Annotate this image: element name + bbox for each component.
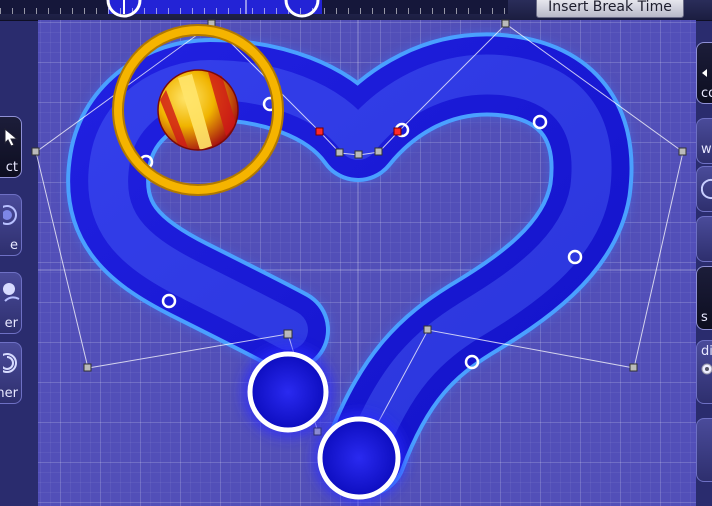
right-tool-w[interactable]: w (696, 118, 712, 164)
right-tool-refresh[interactable] (696, 166, 712, 212)
select-cursor-icon (4, 127, 19, 147)
right-tool-s-label: s (701, 310, 708, 325)
left-toolbox: ct e er ner (0, 110, 22, 410)
tool-spinner-label: ner (0, 387, 18, 401)
right-tool-combo[interactable]: co (696, 42, 712, 104)
radio-icon[interactable] (701, 363, 712, 375)
slider-end-circle[interactable] (313, 412, 405, 504)
hit-circle[interactable] (242, 346, 334, 438)
right-tool-combo-label: co (701, 86, 712, 101)
spinner-icon (3, 353, 17, 373)
tool-spinner[interactable]: ner (0, 342, 22, 404)
right-tool-s[interactable]: s (696, 266, 712, 330)
circle-target-icon (3, 205, 17, 225)
tool-select[interactable]: ct (0, 116, 22, 178)
tool-slider-label: er (4, 317, 18, 331)
editor-stage: Insert Break Time ct e er ner c w s di (0, 0, 712, 506)
right-tool-w-label: w (701, 142, 712, 157)
tool-slider[interactable]: er (0, 272, 22, 334)
slider-ball-icon (3, 283, 20, 302)
tool-select-label: ct (5, 161, 18, 175)
refresh-icon (701, 179, 712, 199)
right-tool-distance[interactable]: di (696, 340, 712, 404)
arrow-left-icon (702, 69, 707, 77)
right-tool-bottom[interactable] (696, 418, 712, 482)
tool-circle[interactable]: e (0, 194, 22, 256)
right-toolbox: co w s di (696, 40, 712, 506)
playfield-overlay (31, 19, 696, 506)
right-tool-distance-label: di (701, 344, 712, 359)
tool-circle-label: e (10, 239, 18, 253)
right-tool-blank[interactable] (696, 216, 712, 262)
